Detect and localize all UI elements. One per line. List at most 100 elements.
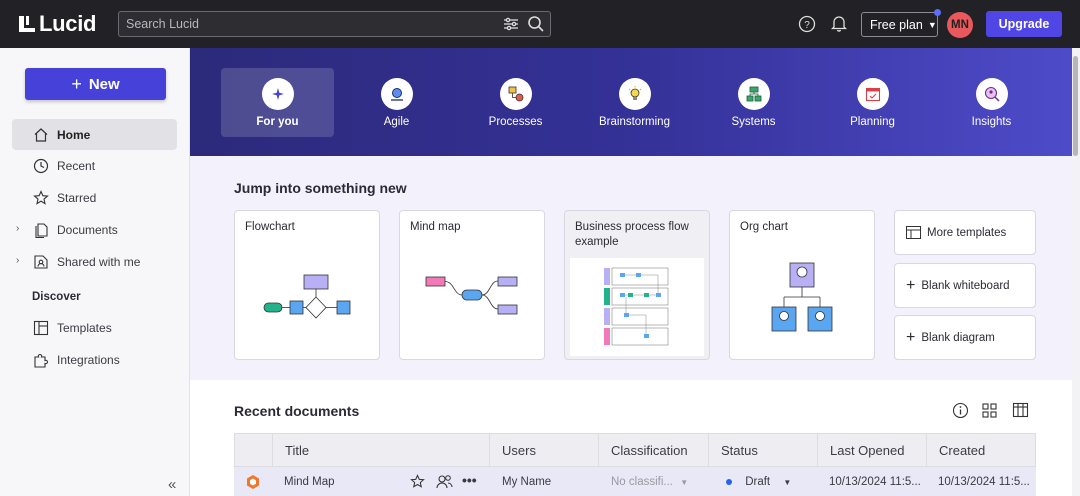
new-button-label: New bbox=[88, 75, 120, 93]
agile-icon bbox=[380, 78, 413, 110]
top-bar: Lucid ? Free plan ▼ MN Upgrade bbox=[0, 0, 1080, 48]
sidebar-item-label: Templates bbox=[57, 320, 112, 335]
scrollbar-thumb[interactable] bbox=[1073, 56, 1078, 156]
column-header-type bbox=[235, 434, 273, 466]
jump-into-section: Jump into something new Flowchart Mind m… bbox=[190, 156, 1072, 380]
systems-icon bbox=[737, 78, 770, 110]
classification-select[interactable]: No classifi... ▼ bbox=[611, 476, 688, 488]
category-insights[interactable]: Insights bbox=[935, 68, 1048, 137]
lightbulb-icon bbox=[618, 78, 651, 110]
template-card-flowchart[interactable]: Flowchart bbox=[234, 210, 380, 360]
category-banner: For you Agile Processes Brainstorming Sy… bbox=[190, 48, 1072, 156]
mind-map-thumbnail bbox=[425, 276, 518, 315]
side-button-label: More templates bbox=[927, 226, 1007, 239]
more-options-icon[interactable]: ••• bbox=[462, 472, 477, 488]
recent-documents-title: Recent documents bbox=[234, 403, 360, 419]
chevron-right-icon[interactable]: › bbox=[16, 255, 19, 266]
plus-icon: + bbox=[71, 73, 82, 94]
star-icon[interactable] bbox=[410, 474, 425, 492]
search-box[interactable] bbox=[118, 11, 551, 37]
collapse-sidebar-icon[interactable]: « bbox=[168, 476, 176, 493]
column-header-classification[interactable]: Classification bbox=[599, 434, 709, 466]
info-icon[interactable] bbox=[952, 402, 969, 424]
chevron-right-icon[interactable]: › bbox=[16, 223, 19, 234]
document-created: 10/13/2024 11:5... bbox=[938, 476, 1030, 488]
bell-icon[interactable] bbox=[830, 14, 848, 37]
more-templates-button[interactable]: More templates bbox=[894, 210, 1036, 255]
upgrade-button[interactable]: Upgrade bbox=[986, 11, 1062, 37]
lucid-logo[interactable]: Lucid bbox=[18, 11, 96, 37]
org-chart-thumbnail bbox=[771, 262, 833, 332]
sidebar-item-documents[interactable]: › Documents bbox=[12, 214, 177, 245]
share-users-icon[interactable] bbox=[436, 474, 453, 492]
star-icon bbox=[33, 189, 49, 206]
templates-icon bbox=[33, 320, 49, 336]
notification-dot bbox=[934, 9, 941, 16]
plan-dropdown[interactable]: Free plan ▼ bbox=[861, 9, 941, 37]
column-header-last-opened[interactable]: Last Opened bbox=[818, 434, 927, 466]
column-header-created[interactable]: Created bbox=[927, 434, 1035, 466]
plan-label: Free plan bbox=[870, 17, 923, 32]
table-icon bbox=[906, 226, 921, 239]
category-brainstorming[interactable]: Brainstorming bbox=[578, 68, 691, 137]
template-card-org-chart[interactable]: Org chart bbox=[729, 210, 875, 360]
sidebar: + New Home Recent Starred › Documents › … bbox=[0, 48, 190, 496]
sidebar-item-label: Home bbox=[57, 127, 91, 142]
process-icon bbox=[499, 78, 532, 110]
document-users: My Name bbox=[502, 476, 552, 488]
lucid-logo-icon bbox=[19, 16, 35, 32]
table-view-icon[interactable] bbox=[1012, 402, 1030, 424]
grid-view-icon[interactable] bbox=[981, 402, 998, 424]
plus-icon: + bbox=[906, 276, 916, 294]
help-icon[interactable]: ? bbox=[798, 15, 816, 38]
blank-whiteboard-button[interactable]: + Blank whiteboard bbox=[894, 263, 1036, 308]
category-for-you[interactable]: For you bbox=[221, 68, 334, 137]
template-card-mind-map[interactable]: Mind map bbox=[399, 210, 545, 360]
category-label: Insights bbox=[971, 116, 1012, 128]
column-header-status[interactable]: Status bbox=[709, 434, 818, 466]
column-header-users[interactable]: Users bbox=[490, 434, 599, 466]
sidebar-item-label: Documents bbox=[57, 222, 118, 237]
sparkle-icon bbox=[261, 78, 294, 110]
new-button[interactable]: + New bbox=[25, 68, 166, 100]
category-planning[interactable]: Planning bbox=[816, 68, 929, 137]
card-label: Business process flow example bbox=[575, 221, 689, 248]
category-systems[interactable]: Systems bbox=[697, 68, 810, 137]
status-select[interactable]: Draft ▼ bbox=[726, 476, 791, 488]
category-processes[interactable]: Processes bbox=[459, 68, 572, 137]
document-title[interactable]: Mind Map bbox=[284, 476, 335, 488]
plus-icon: + bbox=[906, 328, 916, 346]
lucidchart-doc-icon bbox=[245, 474, 261, 493]
card-label: Org chart bbox=[740, 221, 788, 233]
sidebar-item-home[interactable]: Home bbox=[12, 119, 177, 150]
category-label: Brainstorming bbox=[599, 116, 670, 128]
avatar[interactable]: MN bbox=[947, 12, 973, 38]
category-label: Agile bbox=[383, 116, 410, 128]
sidebar-item-label: Recent bbox=[57, 158, 96, 173]
category-agile[interactable]: Agile bbox=[340, 68, 453, 137]
sidebar-item-label: Starred bbox=[57, 190, 97, 205]
column-header-title[interactable]: Title bbox=[273, 434, 490, 466]
discover-heading: Discover bbox=[32, 291, 81, 303]
search-input[interactable] bbox=[119, 17, 489, 31]
sidebar-item-templates[interactable]: Templates bbox=[12, 312, 177, 343]
puzzle-icon bbox=[33, 352, 49, 368]
search-icon[interactable] bbox=[527, 15, 545, 38]
sidebar-item-shared[interactable]: › Shared with me bbox=[12, 246, 177, 277]
business-process-thumbnail bbox=[570, 258, 704, 356]
sidebar-item-recent[interactable]: Recent bbox=[12, 150, 177, 181]
status-value: Draft bbox=[745, 476, 771, 488]
documents-icon bbox=[33, 222, 49, 238]
calendar-icon bbox=[856, 78, 889, 110]
sidebar-item-integrations[interactable]: Integrations bbox=[12, 344, 177, 375]
blank-diagram-button[interactable]: + Blank diagram bbox=[894, 315, 1036, 360]
template-card-business-process[interactable]: Business process flow example bbox=[564, 210, 710, 360]
filter-icon[interactable] bbox=[503, 16, 519, 37]
clock-icon bbox=[33, 158, 49, 174]
section-title: Jump into something new bbox=[234, 180, 407, 196]
table-row[interactable]: Mind Map ••• My Name No classifi... ▼ Dr… bbox=[234, 467, 1036, 496]
side-button-label: Blank whiteboard bbox=[921, 279, 1010, 292]
flowchart-thumbnail bbox=[263, 274, 351, 319]
sidebar-item-starred[interactable]: Starred bbox=[12, 182, 177, 213]
chevron-down-icon: ▼ bbox=[783, 478, 792, 487]
